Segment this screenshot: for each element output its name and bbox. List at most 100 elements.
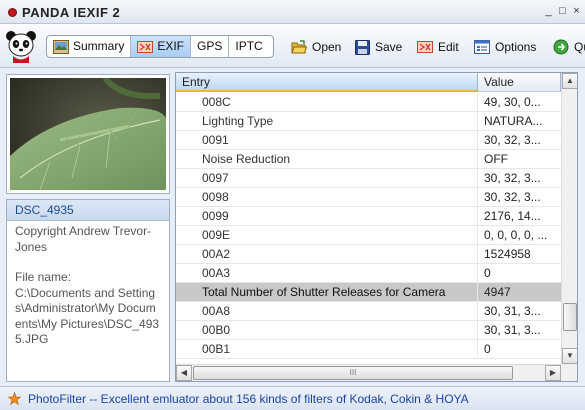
table-row[interactable]: 009E 0, 0, 0, 0, ... xyxy=(176,226,561,245)
star-icon xyxy=(8,392,21,405)
entry-cell: 0098 xyxy=(176,188,478,206)
table-row[interactable]: 008C 49, 30, 0... xyxy=(176,93,561,112)
file-name-label: File name: xyxy=(15,270,72,284)
table-row[interactable]: 00B0 30, 31, 3... xyxy=(176,321,561,340)
open-label: Open xyxy=(312,40,342,54)
save-label: Save xyxy=(375,40,403,54)
value-cell: 0 xyxy=(484,266,491,280)
options-button[interactable]: Options xyxy=(474,38,536,56)
column-header-entry[interactable]: Entry xyxy=(176,73,478,92)
tab-exif-label: EXIF xyxy=(157,39,185,53)
edit-label: Edit xyxy=(438,40,459,54)
table-row[interactable]: 0097 30, 32, 3... xyxy=(176,169,561,188)
table-row[interactable]: 0091 30, 32, 3... xyxy=(176,131,561,150)
value-cell: 0 xyxy=(484,342,491,356)
table-row[interactable]: Noise Reduction OFF xyxy=(176,150,561,169)
status-text[interactable]: PhotoFilter -- Excellent emluator about … xyxy=(28,392,469,406)
app-title: PANDA IEXIF 2 xyxy=(22,5,121,20)
table-row[interactable]: 00A3 0 xyxy=(176,264,561,283)
scroll-down-button[interactable]: ▼ xyxy=(562,348,577,364)
edit-exif-icon xyxy=(417,41,433,53)
vertical-scroll-thumb[interactable] xyxy=(563,303,577,331)
table-row[interactable]: 00A2 1524958 xyxy=(176,245,561,264)
entry-cell: Total Number of Shutter Releases for Cam… xyxy=(176,283,478,301)
value-cell: 30, 31, 3... xyxy=(484,323,541,337)
value-cell: OFF xyxy=(484,152,508,166)
entry-cell: 009E xyxy=(176,226,478,244)
horizontal-scrollbar[interactable]: ◀ III ▶ xyxy=(176,364,561,381)
minimize-button[interactable]: _ xyxy=(542,5,555,18)
value-cell: 4947 xyxy=(484,285,511,299)
entry-cell: Noise Reduction xyxy=(176,150,478,168)
column-header-value[interactable]: Value xyxy=(478,73,561,92)
tab-iptc-label: IPTC xyxy=(235,39,263,53)
value-cell: 0, 0, 0, 0, ... xyxy=(484,228,548,242)
photo-info-panel: DSC_4935 Copyright Andrew Trevor-Jones F… xyxy=(6,199,170,382)
photo-name: DSC_4935 xyxy=(7,200,169,221)
tab-summary-label: Summary xyxy=(73,39,125,53)
grid-header: Entry Value xyxy=(176,73,561,92)
entry-cell: 00A8 xyxy=(176,302,478,320)
entry-cell: 00B0 xyxy=(176,321,478,339)
photo-thumbnail-frame xyxy=(6,74,170,194)
exif-icon xyxy=(137,40,154,53)
title-bar: PANDA IEXIF 2 _ □ × xyxy=(0,0,585,24)
options-window-icon xyxy=(474,40,490,54)
entry-cell: 0097 xyxy=(176,169,478,187)
table-row[interactable]: 0099 2176, 14... xyxy=(176,207,561,226)
value-cell: 30, 32, 3... xyxy=(484,171,541,185)
file-path: C:\Documents and Settings\Administrator\… xyxy=(15,285,160,347)
save-button[interactable]: Save xyxy=(355,38,402,56)
maximize-button[interactable]: □ xyxy=(556,5,569,18)
app-logo-icon xyxy=(8,8,17,17)
photo-thumbnail[interactable] xyxy=(10,76,166,191)
quit-button[interactable]: Qu xyxy=(553,38,585,56)
scroll-left-button[interactable]: ◀ xyxy=(176,365,192,381)
scrollbar-corner xyxy=(561,364,577,381)
horizontal-scroll-thumb[interactable]: III xyxy=(193,366,513,380)
folder-open-icon xyxy=(291,39,307,53)
value-cell: 2176, 14... xyxy=(484,209,541,223)
tab-iptc[interactable]: IPTC xyxy=(229,36,268,57)
tab-exif[interactable]: EXIF xyxy=(131,36,192,57)
floppy-disk-icon xyxy=(355,39,370,55)
table-row[interactable]: 00A8 30, 31, 3... xyxy=(176,302,561,321)
status-bar: PhotoFilter -- Excellent emluator about … xyxy=(0,386,585,410)
edit-button[interactable]: Edit xyxy=(417,38,459,56)
toolbar: Summary EXIF GPS IPTC Open Save Edit Opt… xyxy=(0,24,585,68)
tab-gps-label: GPS xyxy=(197,39,223,53)
table-row[interactable]: 00B1 0 xyxy=(176,340,561,359)
quit-icon xyxy=(553,39,569,55)
scroll-right-button[interactable]: ▶ xyxy=(545,365,561,381)
tab-gps[interactable]: GPS xyxy=(191,36,230,57)
value-cell: 30, 31, 3... xyxy=(484,304,541,318)
grid-rows: 008C 49, 30, 0... Lighting Type NATURA... 00… xyxy=(176,93,561,359)
entry-cell: 00A2 xyxy=(176,245,478,263)
view-tabs: Summary EXIF GPS IPTC xyxy=(46,35,274,58)
scroll-up-button[interactable]: ▲ xyxy=(562,73,577,89)
panda-logo-icon xyxy=(6,31,36,63)
summary-icon xyxy=(53,39,69,54)
vertical-scrollbar[interactable]: ▲ ▼ xyxy=(561,73,577,364)
entry-cell: 0099 xyxy=(176,207,478,225)
entry-cell: 00A3 xyxy=(176,264,478,282)
options-label: Options xyxy=(495,40,537,54)
entry-cell: 0091 xyxy=(176,131,478,149)
tab-summary[interactable]: Summary xyxy=(47,36,132,57)
entry-cell: Lighting Type xyxy=(176,112,478,130)
entry-cell: 008C xyxy=(176,93,478,111)
table-row-selected[interactable]: Total Number of Shutter Releases for Cam… xyxy=(176,283,561,302)
value-cell: NATURA... xyxy=(484,114,543,128)
entry-cell: 00B1 xyxy=(176,340,478,358)
quit-label: Qu xyxy=(574,40,585,54)
open-button[interactable]: Open xyxy=(291,38,341,56)
table-row[interactable]: Lighting Type NATURA... xyxy=(176,112,561,131)
value-cell: 49, 30, 0... xyxy=(484,95,541,109)
photo-copyright: Copyright Andrew Trevor-Jones xyxy=(15,224,152,254)
exif-grid: Entry Value 008C 49, 30, 0... Lighting Typ… xyxy=(175,72,578,382)
value-cell: 30, 32, 3... xyxy=(484,190,541,204)
table-row[interactable]: 0098 30, 32, 3... xyxy=(176,188,561,207)
value-cell: 30, 32, 3... xyxy=(484,133,541,147)
close-button[interactable]: × xyxy=(570,5,583,18)
value-cell: 1524958 xyxy=(484,247,531,261)
